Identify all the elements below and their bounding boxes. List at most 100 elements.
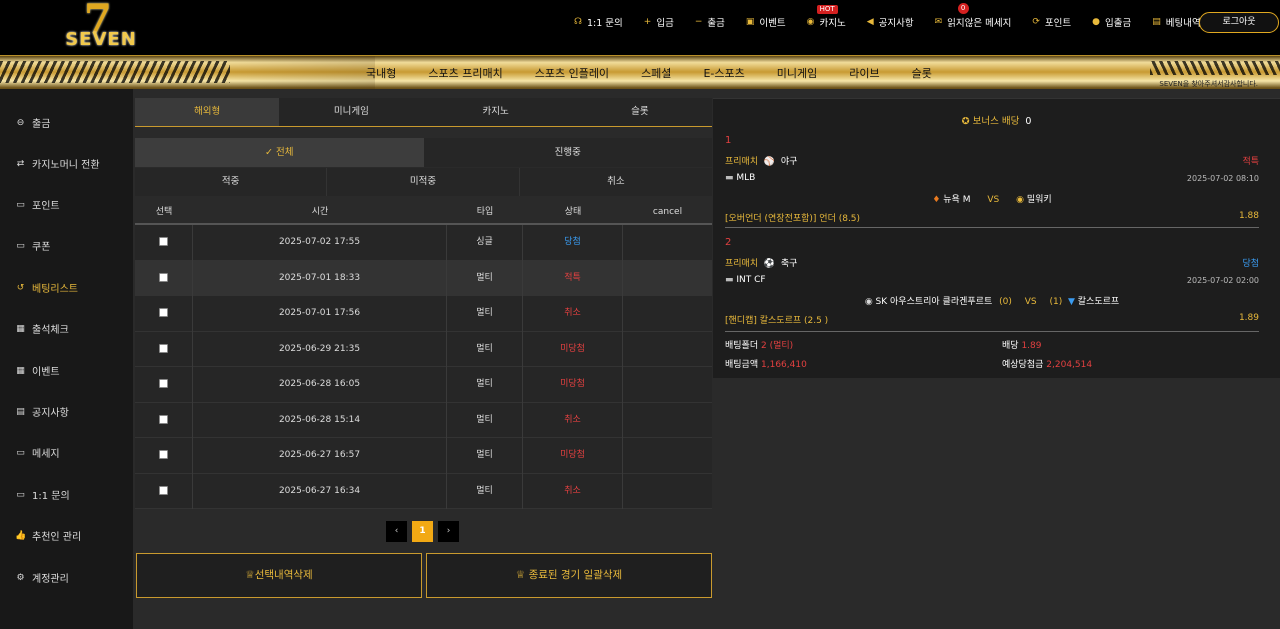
row-type: 멀티 [447, 331, 523, 367]
row-checkbox[interactable] [159, 485, 168, 495]
sidebar-item-point[interactable]: ▭ 포인트 [15, 197, 59, 213]
team-logo-icon: ♦ [932, 195, 944, 205]
main-nav-minigame[interactable]: 미니게임 [777, 65, 817, 81]
tab-in-progress[interactable]: 진행중 [424, 138, 713, 167]
logo[interactable]: 7 SEVEN [62, 0, 140, 52]
prev-page-button[interactable]: ‹ [386, 521, 407, 542]
delete-selected-button[interactable]: ♕선택내역삭제 [136, 553, 422, 598]
sidebar-item-bet-list[interactable]: ↺ 베팅리스트 [15, 280, 78, 296]
away-team: 칼스도르프 [1077, 297, 1120, 307]
table-row[interactable]: 2025-06-27 16:34 멀티 취소 [135, 473, 712, 509]
row-cancel [623, 332, 712, 368]
delete-finished-button[interactable]: ♕ 종료된 경기 일괄삭제 [426, 553, 712, 598]
table-row[interactable]: 2025-07-01 17:56 멀티 취소 [135, 296, 712, 332]
sidebar-item-attendance[interactable]: ▦ 출석체크 [15, 321, 69, 337]
sidebar-item-event[interactable]: ▦ 이벤트 [15, 363, 59, 379]
sidebar-item-casino-money[interactable]: ⇄ 카지노머니 전환 [15, 156, 100, 172]
row-checkbox[interactable] [159, 450, 168, 459]
row-status: 취소 [523, 473, 623, 509]
next-page-button[interactable]: › [438, 521, 459, 542]
sidebar-item-inquiry[interactable]: ▭ 1:1 문의 [15, 487, 69, 503]
exchange-icon: ⇄ [16, 158, 25, 169]
top-nav-inquiry[interactable]: ☊ 1:1 문의 [574, 15, 623, 29]
status-tabs: ✓ 전체 진행중 [135, 138, 712, 167]
sidebar-item-account[interactable]: ⚙ 계정관리 [15, 570, 68, 586]
top-nav-event[interactable]: ▣ 이벤트 [746, 15, 786, 29]
table-row[interactable]: 2025-06-28 16:05 멀티 미당첨 [135, 367, 712, 403]
main-nav-prematch[interactable]: 스포츠 프리매치 [428, 65, 502, 81]
row-checkbox[interactable] [159, 237, 168, 246]
trash-icon: ♕ [245, 569, 255, 581]
baseball-icon: ⚾ [761, 157, 778, 167]
row-checkbox[interactable] [159, 379, 168, 388]
tab-overseas[interactable]: 해외형 [135, 98, 280, 126]
top-nav-casino[interactable]: ◉ 카지노 HOT [807, 5, 846, 29]
row-status: 취소 [523, 402, 623, 438]
away-score: (1) [1049, 297, 1063, 307]
header-type: 타입 [476, 207, 494, 217]
page-button-current[interactable]: 1 [412, 521, 433, 542]
row-select-cell [135, 260, 193, 296]
top-nav-label: 공지사항 [878, 18, 914, 29]
top-nav-notice[interactable]: ◀ 공지사항 [867, 15, 914, 29]
result-tabs: 적중 미적중 취소 [135, 168, 712, 196]
main-nav-inplay[interactable]: 스포츠 인플레이 [535, 65, 609, 81]
folder-value: 2 (멀티) [761, 341, 794, 351]
home-team: 뉴욕 M [943, 195, 971, 205]
tab-lose[interactable]: 미적중 [327, 168, 520, 196]
table-row[interactable]: 2025-06-28 15:14 멀티 취소 [135, 402, 712, 438]
table-row[interactable]: 2025-07-01 18:33 멀티 적특 [135, 260, 712, 296]
sidebar-item-label: 베팅리스트 [32, 284, 78, 295]
top-nav-bet-history[interactable]: ▤ 베팅내역 [1152, 15, 1200, 29]
sidebar-item-notice[interactable]: ▤ 공지사항 [15, 404, 69, 420]
main-nav-esports[interactable]: E-스포츠 [703, 65, 744, 81]
main-nav-special[interactable]: 스페셜 [641, 65, 671, 81]
row-select-cell [135, 331, 193, 367]
table-row[interactable]: 2025-06-29 21:35 멀티 미당첨 [135, 331, 712, 368]
sidebar-item-label: 공지사항 [32, 408, 69, 419]
top-nav-messages[interactable]: ✉ 읽지않은 메세지 0 [935, 3, 1011, 29]
main-nav-live[interactable]: 라이브 [849, 65, 879, 81]
top-nav-label: 포인트 [1044, 18, 1072, 29]
sidebar-item-coupon[interactable]: ▭ 쿠폰 [15, 238, 51, 254]
row-select-cell [135, 473, 193, 509]
sidebar-item-referral[interactable]: 👍 추천인 관리 [15, 528, 81, 544]
row-checkbox[interactable] [159, 414, 168, 424]
row-checkbox[interactable] [159, 272, 168, 282]
header-time: 시간 [311, 207, 329, 217]
tab-minigame[interactable]: 미니게임 [279, 98, 423, 126]
top-nav-point[interactable]: ⟳ 포인트 [1032, 15, 1071, 29]
main-nav-slot[interactable]: 슬롯 [912, 65, 932, 81]
top-nav-withdraw[interactable]: − 출금 [695, 15, 725, 29]
coupon-icon: ▭ [16, 240, 25, 251]
trash-icon: ♕ [515, 569, 529, 581]
row-time: 2025-06-28 16:05 [193, 367, 447, 403]
tab-casino[interactable]: 카지노 [424, 98, 568, 126]
row-cancel [623, 438, 712, 474]
sidebar-item-withdraw[interactable]: ⊖ 출금 [15, 115, 51, 131]
table-row[interactable]: 2025-07-02 17:55 싱글 당첨 [135, 225, 712, 261]
tab-all[interactable]: ✓ 전체 [135, 138, 424, 167]
odds-value: 1.89 [1021, 341, 1042, 351]
row-checkbox[interactable] [159, 308, 168, 317]
main-nav-domestic[interactable]: 국내형 [366, 65, 396, 81]
logout-button[interactable]: 로그아웃 [1199, 12, 1279, 33]
tab-win[interactable]: 적중 [135, 168, 328, 196]
top-nav-label: 이벤트 [759, 18, 786, 29]
moneybag-icon: ● [1092, 17, 1100, 27]
tab-cancel[interactable]: 취소 [520, 168, 712, 196]
slogan: SEVEN을 찾아주셔서감사합니다. [1159, 80, 1258, 88]
sidebar-item-message[interactable]: ▭ 메세지 [15, 445, 59, 461]
top-nav-deposit[interactable]: + 입금 [644, 15, 674, 29]
table-header: 선택 시간 타입 상태 cancel [135, 202, 712, 225]
thumbs-up-icon: 👍 [15, 530, 27, 541]
top-nav-transactions[interactable]: ● 입출금 [1092, 15, 1131, 29]
row-checkbox[interactable] [159, 343, 168, 353]
table-row[interactable]: 2025-06-27 16:57 멀티 미당첨 [135, 438, 712, 474]
sidebar-item-label: 쿠폰 [32, 242, 51, 253]
home-team: SK 아우스트리아 클라겐푸르트 [875, 297, 993, 307]
row-select-cell [135, 296, 193, 332]
tab-slot[interactable]: 슬롯 [568, 98, 712, 126]
team-logo-icon: ◉ [1016, 195, 1027, 205]
row-time: 2025-06-27 16:34 [193, 473, 447, 509]
